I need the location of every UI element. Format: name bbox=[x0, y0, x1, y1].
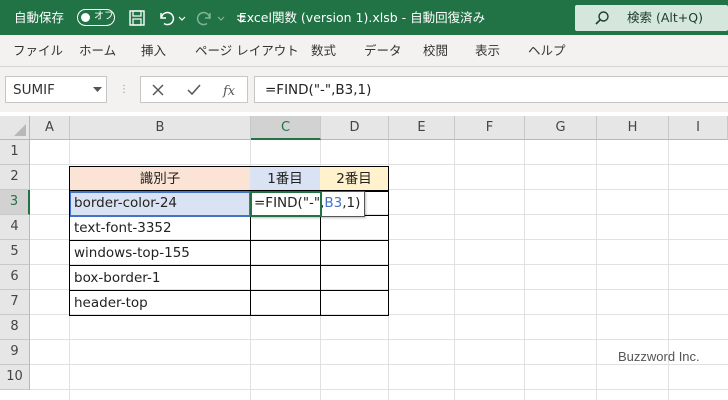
cell-c4[interactable] bbox=[250, 216, 321, 241]
row-header-9[interactable]: 9 bbox=[0, 340, 30, 365]
cell-d5[interactable] bbox=[320, 241, 389, 266]
cell-d7[interactable] bbox=[320, 291, 389, 316]
cell-c6[interactable] bbox=[250, 266, 321, 291]
row-header-6[interactable]: 6 bbox=[0, 265, 30, 290]
cell-c7[interactable] bbox=[250, 291, 321, 316]
formula-input[interactable]: =FIND("-",B3,1) bbox=[254, 76, 728, 103]
row-header-1[interactable]: 1 bbox=[0, 140, 30, 165]
gridline bbox=[454, 140, 455, 400]
search-icon bbox=[595, 11, 609, 25]
column-header-d[interactable]: D bbox=[321, 116, 389, 140]
watermark: Buzzword Inc. bbox=[618, 349, 700, 364]
tab-home[interactable]: ホーム bbox=[79, 35, 116, 66]
cell-b5[interactable]: windows-top-155 bbox=[69, 241, 251, 266]
column-header-h[interactable]: H bbox=[597, 116, 669, 140]
name-box[interactable]: SUMIF bbox=[5, 76, 107, 103]
cell-b2[interactable]: 識別子 bbox=[69, 166, 251, 191]
cell-d4[interactable] bbox=[320, 216, 389, 241]
tab-file[interactable]: ファイル bbox=[13, 35, 63, 66]
formula-value: =FIND("-",B3,1) bbox=[265, 82, 372, 98]
cell-c2[interactable]: 1番目 bbox=[250, 166, 321, 191]
cell-b6[interactable]: box-border-1 bbox=[69, 266, 251, 291]
resize-handle-icon[interactable]: ⋮ bbox=[119, 85, 129, 95]
cell-b7[interactable]: header-top bbox=[69, 291, 251, 316]
tab-page-layout[interactable]: ページ レイアウト bbox=[195, 35, 299, 66]
tab-formulas[interactable]: 数式 bbox=[311, 35, 336, 66]
cell-d6[interactable] bbox=[320, 266, 389, 291]
tab-insert[interactable]: 挿入 bbox=[141, 35, 166, 66]
edit-reference: B3 bbox=[324, 195, 343, 211]
tab-view[interactable]: 表示 bbox=[475, 35, 500, 66]
tab-help[interactable]: ヘルプ bbox=[528, 35, 566, 66]
row-header-7[interactable]: 7 bbox=[0, 290, 30, 315]
gridline bbox=[524, 140, 525, 400]
column-header-g[interactable]: G bbox=[525, 116, 597, 140]
search-label: 検索 (Alt+Q) bbox=[627, 10, 703, 25]
svg-text:fx: fx bbox=[222, 84, 236, 99]
row-header-5[interactable]: 5 bbox=[0, 240, 30, 265]
gridline bbox=[30, 164, 728, 165]
search-box[interactable]: 検索 (Alt+Q) bbox=[575, 5, 728, 31]
select-all-button[interactable] bbox=[0, 116, 30, 140]
tab-data[interactable]: データ bbox=[364, 35, 402, 66]
cell-b3[interactable]: border-color-24 bbox=[70, 191, 250, 216]
column-header-f[interactable]: F bbox=[455, 116, 525, 140]
formula-bar: SUMIF ⋮ fx =FIND("-",B3,1) bbox=[0, 67, 728, 112]
cell-b4[interactable]: text-font-3352 bbox=[69, 216, 251, 241]
select-all-icon bbox=[14, 124, 26, 136]
column-header-e[interactable]: E bbox=[389, 116, 455, 140]
gridline bbox=[30, 339, 728, 340]
gridline bbox=[596, 140, 597, 400]
table-border bbox=[69, 191, 70, 291]
insert-function-icon[interactable]: fx bbox=[219, 80, 241, 100]
edit-text-after: ,1) bbox=[342, 195, 361, 211]
enter-check-icon[interactable] bbox=[183, 80, 205, 100]
row-header-10[interactable]: 10 bbox=[0, 365, 30, 390]
column-header-i[interactable]: I bbox=[669, 116, 728, 140]
row-header-2[interactable]: 2 bbox=[0, 165, 30, 190]
cell-d2[interactable]: 2番目 bbox=[320, 166, 389, 191]
column-header-a[interactable]: A bbox=[30, 116, 70, 140]
column-header-b[interactable]: B bbox=[70, 116, 251, 140]
tab-review[interactable]: 校閲 bbox=[423, 35, 448, 66]
active-cell-border bbox=[250, 191, 322, 217]
cancel-icon[interactable] bbox=[147, 80, 169, 100]
title-bar: 自動保存 オフ Excel関数 (version 1).xlsb - 自動回復済… bbox=[0, 0, 728, 35]
row-header-4[interactable]: 4 bbox=[0, 215, 30, 240]
cell-c5[interactable] bbox=[250, 241, 321, 266]
row-header-3[interactable]: 3 bbox=[0, 190, 30, 215]
formula-buttons: fx bbox=[140, 76, 248, 103]
gridline bbox=[30, 389, 728, 390]
ribbon-tabs: ファイル ホーム 挿入 ページ レイアウト 数式 データ 校閲 表示 ヘルプ bbox=[0, 35, 728, 67]
column-header-c[interactable]: C bbox=[251, 116, 321, 140]
gridline bbox=[30, 364, 728, 365]
name-box-value: SUMIF bbox=[13, 82, 55, 98]
chevron-down-icon[interactable] bbox=[93, 87, 102, 93]
row-header-8[interactable]: 8 bbox=[0, 315, 30, 340]
